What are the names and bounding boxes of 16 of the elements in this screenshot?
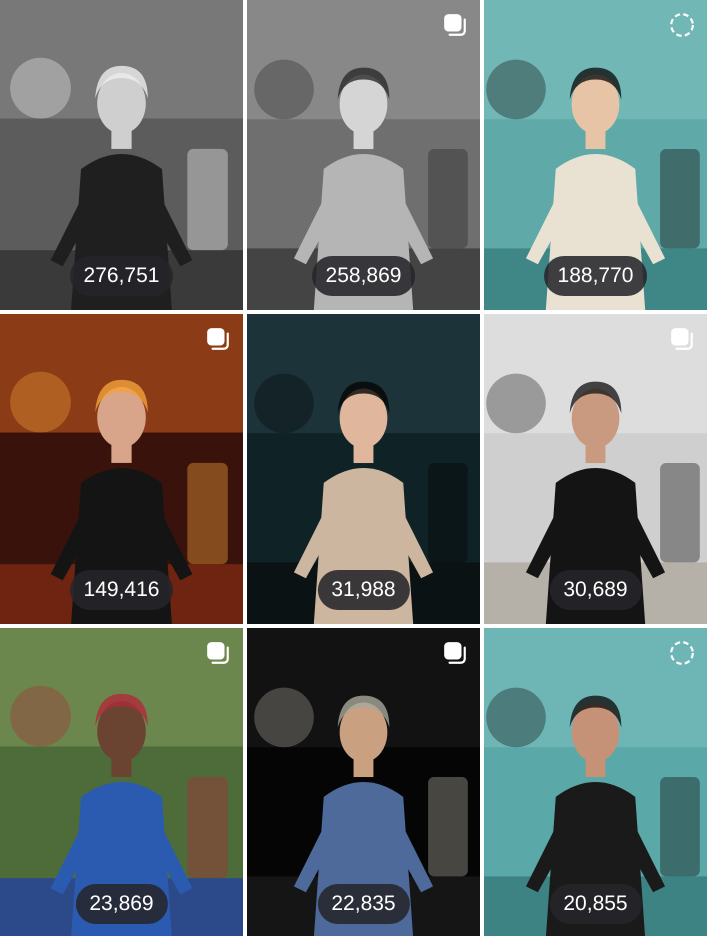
view-count: 22,835 (317, 884, 410, 924)
clip-icon (669, 640, 695, 666)
view-count: 149,416 (70, 570, 174, 610)
carousel-icon (205, 326, 231, 352)
view-count: 276,751 (70, 256, 174, 296)
carousel-icon (205, 640, 231, 666)
carousel-icon (669, 326, 695, 352)
carousel-icon (442, 12, 468, 38)
view-count: 30,689 (549, 570, 642, 610)
view-count: 31,988 (317, 570, 410, 610)
clip-icon (669, 12, 695, 38)
view-count: 23,869 (75, 884, 168, 924)
view-count: 20,855 (549, 884, 642, 924)
view-count: 258,869 (312, 256, 416, 296)
carousel-icon (442, 640, 468, 666)
view-count: 188,770 (544, 256, 648, 296)
